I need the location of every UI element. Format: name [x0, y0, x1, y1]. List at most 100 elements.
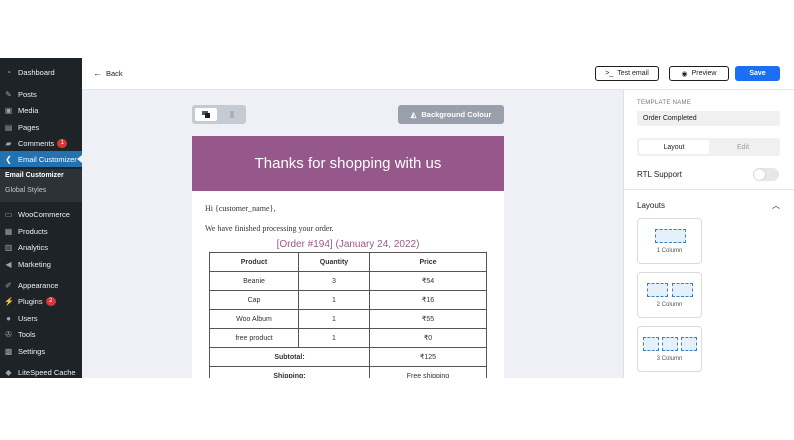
shipping-value: Free shipping — [369, 366, 487, 378]
column-placeholder — [672, 283, 693, 297]
price-cell: ₹0 — [369, 328, 487, 348]
sidebar-item-label: Appearance — [18, 280, 59, 290]
sidebar-item-label: WooCommerce — [18, 209, 70, 219]
back-button[interactable]: ← Back — [93, 68, 123, 78]
table-row: Beanie 3 ₹54 — [209, 271, 487, 291]
layout-3-column[interactable]: 3 Column — [637, 326, 702, 372]
arrow-left-icon: ← — [93, 68, 102, 78]
quantity-cell: 1 — [298, 309, 370, 329]
mobile-view-button[interactable] — [221, 108, 243, 121]
device-toggle — [192, 105, 246, 124]
appearance-icon: ✐ — [5, 280, 12, 290]
layout-caption: 2 Column — [656, 302, 683, 308]
settings-panel: TEMPLATE NAME Order Completed Layout Edi… — [623, 90, 794, 378]
sidebar-item-marketing[interactable]: ◀ Marketing — [0, 256, 82, 272]
test-email-button[interactable]: >_ Test email — [595, 66, 659, 81]
layout-1-column[interactable]: 1 Column — [637, 218, 702, 264]
comment-icon: ▰ — [5, 138, 12, 148]
test-email-label: Test email — [617, 70, 649, 77]
sidebar-item-label: Marketing — [18, 259, 51, 269]
table-row: free product 1 ₹0 — [209, 328, 487, 348]
submenu-item-email-customizer[interactable]: Email Customizer — [5, 172, 64, 179]
shipping-row: Shipping: Free shipping — [209, 366, 487, 378]
tab-edit[interactable]: Edit — [708, 140, 778, 154]
settings-icon: ▩ — [4, 346, 13, 356]
sidebar-item-appearance[interactable]: ✐ Appearance — [0, 277, 82, 293]
sidebar-item-dashboard[interactable]: ◔ Dashboard — [0, 64, 82, 80]
message-text[interactable]: We have finished processing your order. — [205, 224, 334, 233]
plugins-count-badge: 2 — [45, 296, 56, 306]
sidebar-item-woocommerce[interactable]: ▭ WooCommerce — [0, 206, 82, 222]
subtotal-row: Subtotal: ₹125 — [209, 347, 487, 367]
sidebar-item-posts[interactable]: ✎ Posts — [0, 86, 82, 102]
sidebar-item-media[interactable]: ▣ Media — [0, 102, 82, 118]
price-cell: ₹55 — [369, 309, 487, 329]
desktop-view-button[interactable] — [195, 108, 217, 121]
sidebar-item-label: Products — [18, 226, 48, 236]
template-name-label: TEMPLATE NAME — [637, 100, 692, 106]
subtotal-label: Subtotal: — [209, 347, 370, 367]
layout-caption: 1 Column — [656, 248, 683, 254]
sidebar-item-users[interactable]: ● Users — [0, 310, 82, 326]
back-label: Back — [106, 68, 123, 78]
sidebar-item-label: Media — [18, 105, 39, 115]
sidebar-item-analytics[interactable]: ▥ Analytics — [0, 239, 82, 255]
preview-button[interactable]: ◉ Preview — [669, 66, 729, 81]
order-items-table[interactable]: Product Quantity Price Beanie 3 ₹54 Cap … — [209, 252, 487, 378]
mobile-icon — [230, 111, 234, 118]
submenu-item-global-styles[interactable]: Global Styles — [5, 187, 46, 194]
sidebar-item-label: Tools — [18, 329, 36, 339]
layout-caption: 3 Column — [656, 356, 683, 362]
column-placeholder — [647, 283, 668, 297]
sidebar-item-plugins[interactable]: ⚡ Plugins 2 — [0, 293, 82, 309]
background-colour-label: Background Colour — [421, 110, 492, 119]
paint-bucket-icon: ◭ — [410, 110, 417, 119]
layouts-section-title[interactable]: Layouts — [637, 201, 665, 210]
layout-2-column[interactable]: 2 Column — [637, 272, 702, 318]
sidebar-item-settings[interactable]: ▩ Settings — [0, 343, 82, 359]
sidebar-item-label: Pages — [18, 122, 40, 132]
chevron-up-icon[interactable]: ︿ — [772, 200, 780, 211]
editor-topbar: ← Back >_ Test email ◉ Preview Save — [82, 58, 794, 90]
admin-sidebar: ◔ Dashboard ✎ Posts ▣ Media ▤ Pages ▰ Co… — [0, 58, 82, 378]
order-heading[interactable]: [Order #194] (January 24, 2022) — [192, 239, 504, 250]
app-window: ◔ Dashboard ✎ Posts ▣ Media ▤ Pages ▰ Co… — [0, 58, 794, 378]
products-icon: ▦ — [4, 226, 13, 236]
terminal-icon: >_ — [605, 70, 614, 77]
product-cell: Beanie — [209, 271, 299, 291]
save-button[interactable]: Save — [735, 66, 780, 81]
product-cell: free product — [209, 328, 299, 348]
plugins-icon: ⚡ — [4, 296, 14, 306]
column-placeholder — [643, 337, 659, 351]
template-name-input[interactable]: Order Completed — [637, 111, 780, 126]
litespeed-icon: ◆ — [5, 367, 12, 377]
column-header: Quantity — [298, 252, 370, 272]
sidebar-item-label: Analytics — [18, 242, 49, 252]
rtl-support-label: RTL Support — [637, 170, 682, 179]
sidebar-item-comments[interactable]: ▰ Comments 1 — [0, 135, 82, 151]
sidebar-item-label: Settings — [18, 346, 46, 356]
sidebar-item-email-customizer[interactable]: ❮ Email Customizer — [0, 151, 82, 167]
quantity-cell: 1 — [298, 290, 370, 310]
email-header[interactable]: Thanks for shopping with us — [192, 136, 504, 191]
subtotal-value: ₹125 — [369, 347, 487, 367]
greeting-text[interactable]: Hi {customer_name}, — [205, 204, 275, 213]
panel-tabs: Layout Edit — [637, 138, 780, 156]
preview-label: Preview — [691, 70, 717, 77]
dashboard-icon: ◔ — [6, 67, 11, 77]
sidebar-item-label: LiteSpeed Cache — [18, 367, 76, 377]
rtl-support-toggle[interactable] — [753, 168, 779, 181]
comments-count-badge: 1 — [57, 138, 68, 148]
price-cell: ₹54 — [369, 271, 487, 291]
sidebar-item-label: Email Customizer — [18, 154, 77, 164]
sidebar-item-products[interactable]: ▦ Products — [0, 223, 82, 239]
background-colour-button[interactable]: ◭ Background Colour — [398, 105, 504, 124]
sidebar-item-label: Dashboard — [18, 67, 55, 77]
sidebar-item-pages[interactable]: ▤ Pages — [0, 119, 82, 135]
tab-layout[interactable]: Layout — [639, 140, 709, 154]
sidebar-submenu: Email Customizer Global Styles — [0, 169, 82, 202]
tools-icon: ✇ — [5, 329, 12, 339]
sidebar-item-tools[interactable]: ✇ Tools — [0, 326, 82, 342]
sidebar-item-litespeed-cache[interactable]: ◆ LiteSpeed Cache — [0, 364, 82, 378]
column-header: Price — [369, 252, 487, 272]
